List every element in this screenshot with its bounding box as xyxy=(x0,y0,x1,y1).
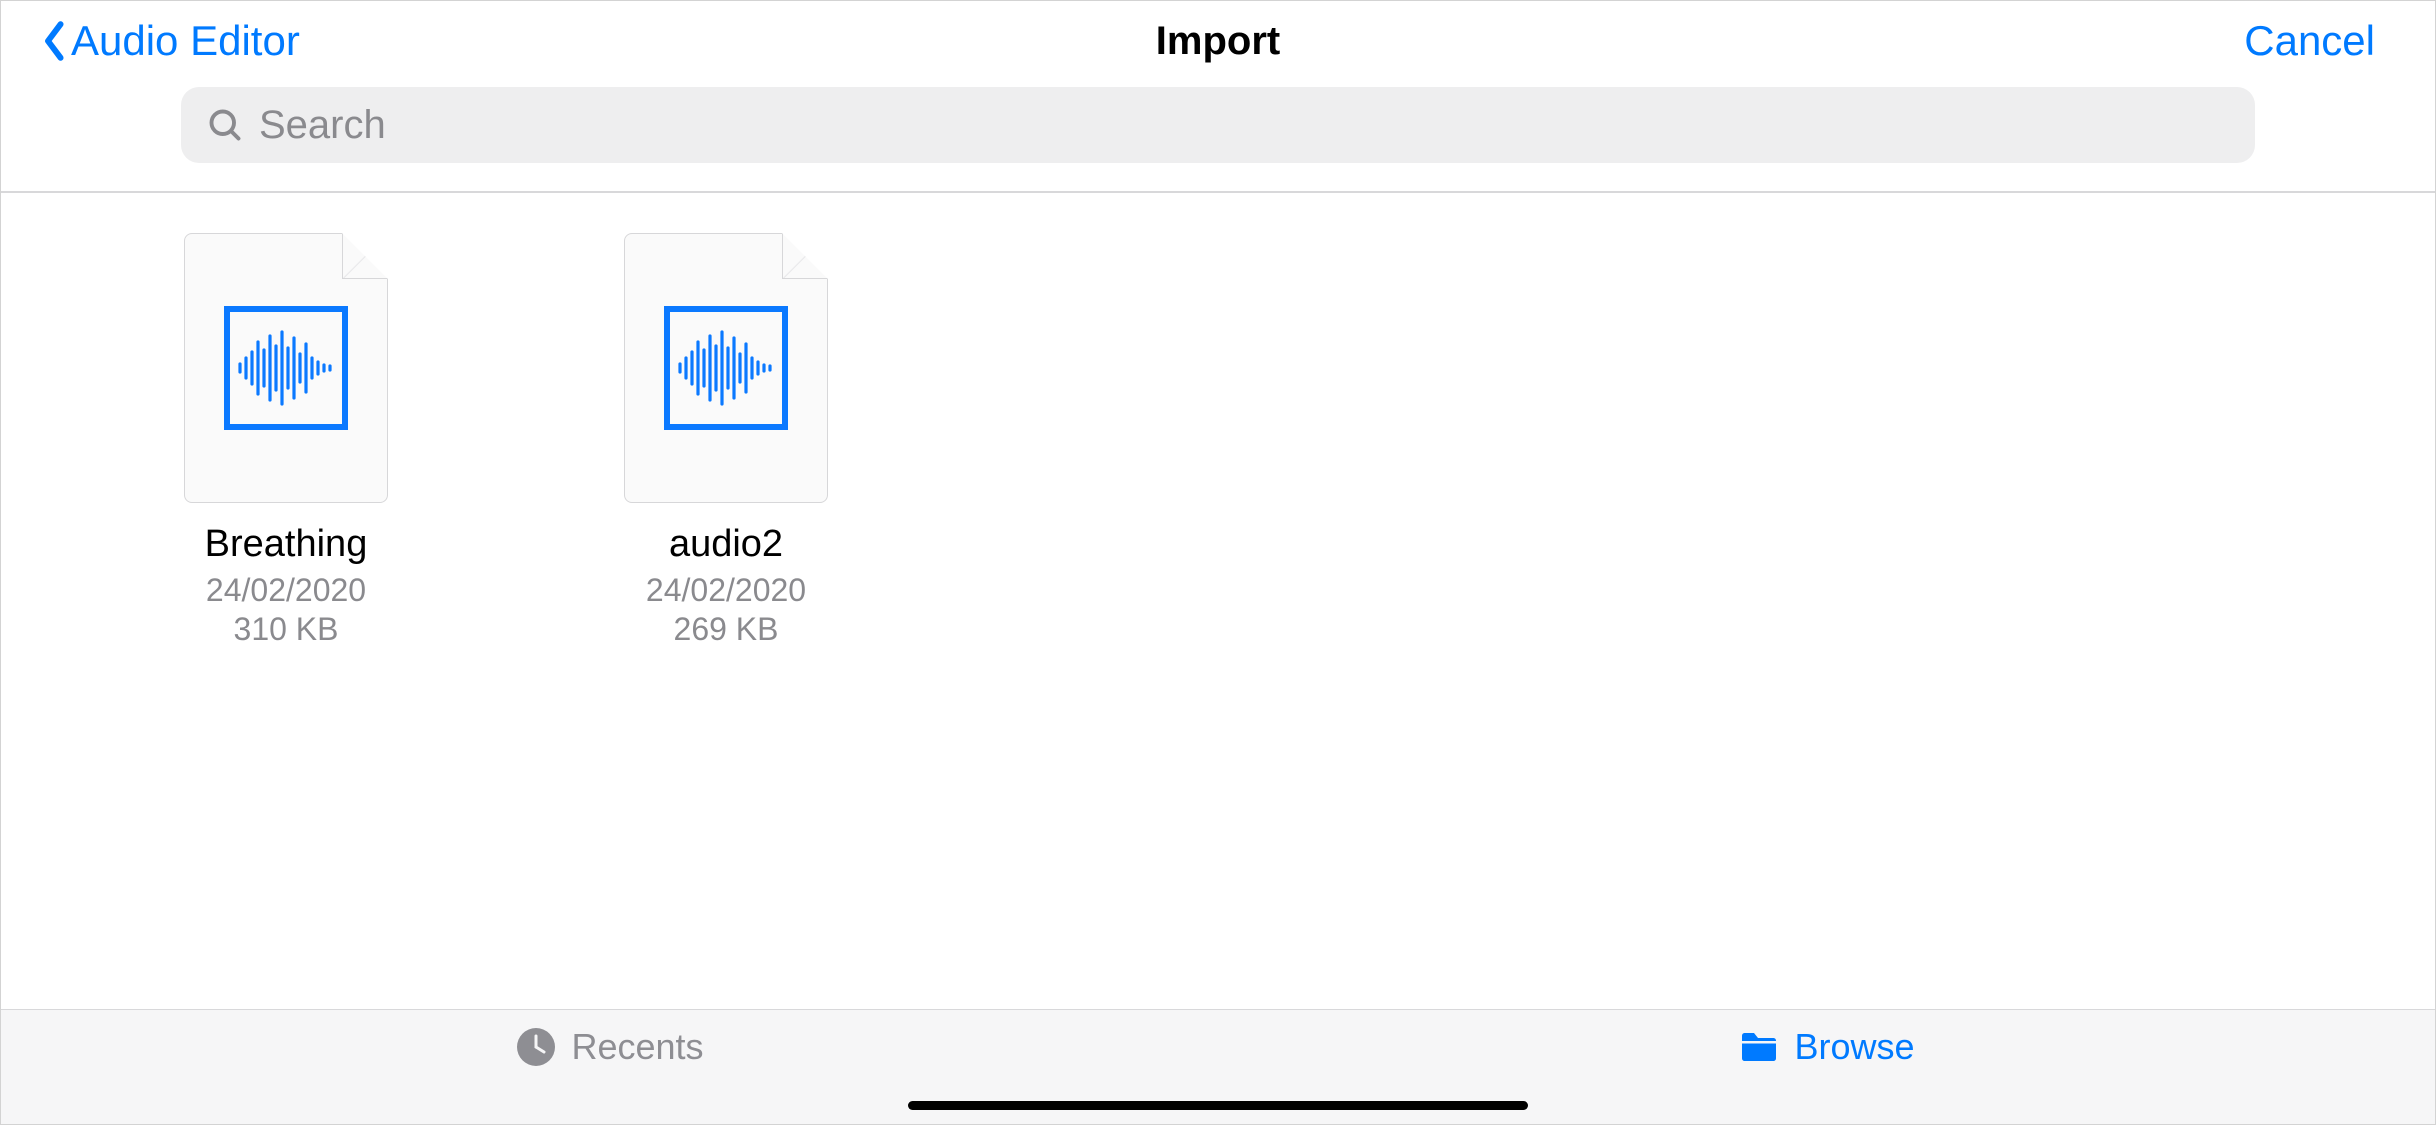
audio-waveform-icon xyxy=(664,306,788,430)
home-indicator[interactable] xyxy=(908,1101,1528,1110)
navigation-header: Audio Editor Import Cancel xyxy=(1,1,2435,81)
tab-recents[interactable]: Recents xyxy=(1,1026,1218,1068)
page-title: Import xyxy=(1156,19,1280,64)
file-name: Breathing xyxy=(205,523,368,566)
folder-icon xyxy=(1738,1026,1780,1068)
file-item[interactable]: audio2 24/02/2020 269 KB xyxy=(621,233,831,648)
tab-label: Recents xyxy=(571,1026,703,1068)
tab-label: Browse xyxy=(1794,1026,1914,1068)
file-name: audio2 xyxy=(669,523,783,566)
file-grid: Breathing 24/02/2020 310 KB audio2 24/02… xyxy=(1,193,2435,688)
search-input[interactable] xyxy=(259,103,2229,148)
file-date: 24/02/2020 xyxy=(646,572,806,609)
back-label: Audio Editor xyxy=(71,17,300,65)
file-size: 269 KB xyxy=(674,611,779,648)
file-thumbnail xyxy=(184,233,388,503)
audio-waveform-icon xyxy=(224,306,348,430)
clock-icon xyxy=(515,1026,557,1068)
tab-browse[interactable]: Browse xyxy=(1218,1026,2435,1068)
search-icon xyxy=(207,107,243,143)
search-row xyxy=(1,81,2435,191)
cancel-button[interactable]: Cancel xyxy=(2244,17,2375,65)
file-date: 24/02/2020 xyxy=(206,572,366,609)
file-size: 310 KB xyxy=(234,611,339,648)
search-field[interactable] xyxy=(181,87,2255,163)
file-thumbnail xyxy=(624,233,828,503)
chevron-left-icon xyxy=(41,20,69,62)
file-item[interactable]: Breathing 24/02/2020 310 KB xyxy=(181,233,391,648)
back-button[interactable]: Audio Editor xyxy=(41,17,300,65)
